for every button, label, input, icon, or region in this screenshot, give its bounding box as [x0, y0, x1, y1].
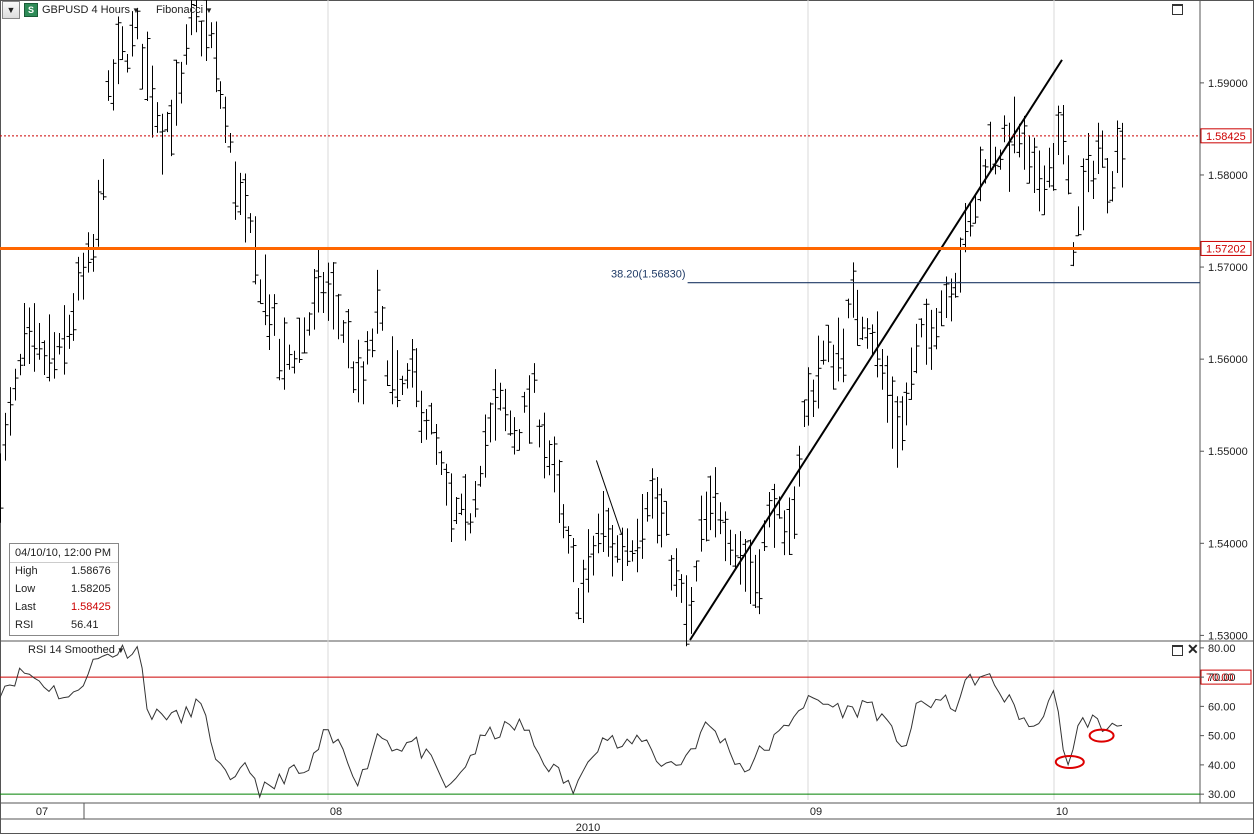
- info-label: High: [15, 565, 38, 577]
- info-row-high: High 1.58676: [10, 563, 118, 581]
- rsi-tick-label: 80.00: [1208, 643, 1236, 655]
- price-tick-label: 1.57000: [1208, 262, 1248, 274]
- time-axis-label: 09: [810, 806, 822, 818]
- info-row-rsi: RSI 56.41: [10, 617, 118, 635]
- rsi-tick-label: 50.00: [1208, 731, 1236, 743]
- price-tick-label: 1.54000: [1208, 538, 1248, 550]
- year-label: 2010: [576, 822, 600, 834]
- info-value: 1.58676: [71, 565, 111, 577]
- info-label: Last: [15, 601, 36, 613]
- rsi-tick-label: 30.00: [1208, 789, 1236, 801]
- resistance-price-label: 1.57202: [1206, 243, 1246, 255]
- trendline: [689, 59, 1063, 641]
- fib-level-label: 38.20(1.56830): [611, 269, 686, 281]
- triangle-down-icon: ▼: [6, 5, 16, 15]
- rsi-tick-label: 60.00: [1208, 701, 1236, 713]
- price-bars: [0, 0, 1126, 647]
- price-tick-label: 1.56000: [1208, 354, 1248, 366]
- info-row-last: Last 1.58425: [10, 599, 118, 617]
- chart-menu-button[interactable]: ▼: [2, 1, 20, 19]
- symbol-dropdown[interactable]: GBPUSD 4 Hours ▼: [42, 4, 140, 16]
- rsi-tick-label: 70.00: [1208, 672, 1236, 684]
- chart-canvas[interactable]: 38.20(1.56830) 70.00 1.59000 1.58000 1.570…: [0, 0, 1254, 834]
- annotation-ellipse: [1088, 728, 1115, 743]
- data-info-box: 04/10/10, 12:00 PM High 1.58676 Low 1.58205…: [9, 543, 119, 636]
- info-value: 1.58205: [71, 583, 111, 595]
- rsi-tick-label: 40.00: [1208, 760, 1236, 772]
- symbol-icon: S: [24, 3, 38, 17]
- price-tick-label: 1.55000: [1208, 446, 1248, 458]
- price-tick-label: 1.59000: [1208, 78, 1248, 90]
- annotation-ellipse: [1054, 754, 1085, 769]
- outer-frame: [0, 0, 1254, 834]
- maximize-icon[interactable]: [1172, 4, 1183, 15]
- price-tick-label: 1.58000: [1208, 170, 1248, 182]
- indicator-label-dropdown[interactable]: RSI 14 Smoothed ▼: [28, 644, 125, 656]
- time-axis-label: 07: [36, 806, 48, 818]
- info-row-low: Low 1.58205: [10, 581, 118, 599]
- last-price-label: 1.58425: [1206, 131, 1246, 143]
- close-icon[interactable]: ✕: [1187, 642, 1199, 656]
- chart-grid: [0, 0, 1254, 834]
- rsi-line: [0, 643, 1123, 799]
- info-value: 1.58425: [71, 601, 111, 613]
- chevron-down-icon: ▼: [132, 5, 140, 15]
- info-datetime: 04/10/10, 12:00 PM: [10, 544, 118, 563]
- info-label: Low: [15, 583, 36, 595]
- time-axis-label: 08: [330, 806, 342, 818]
- info-value: 56.41: [71, 619, 99, 631]
- study-dropdown[interactable]: Fibonacci ▼: [156, 4, 213, 16]
- maximize-icon[interactable]: [1172, 645, 1183, 656]
- info-label: RSI: [15, 619, 34, 631]
- chevron-down-icon: ▼: [116, 645, 125, 655]
- chevron-down-icon: ▼: [205, 5, 213, 15]
- time-axis-label: 10: [1056, 806, 1068, 818]
- toolbar: ▼ S GBPUSD 4 Hours ▼ Fibonacci ▼: [2, 1, 213, 19]
- price-tick-label: 1.53000: [1208, 630, 1248, 642]
- rsi-panel: 70.00: [0, 643, 1252, 799]
